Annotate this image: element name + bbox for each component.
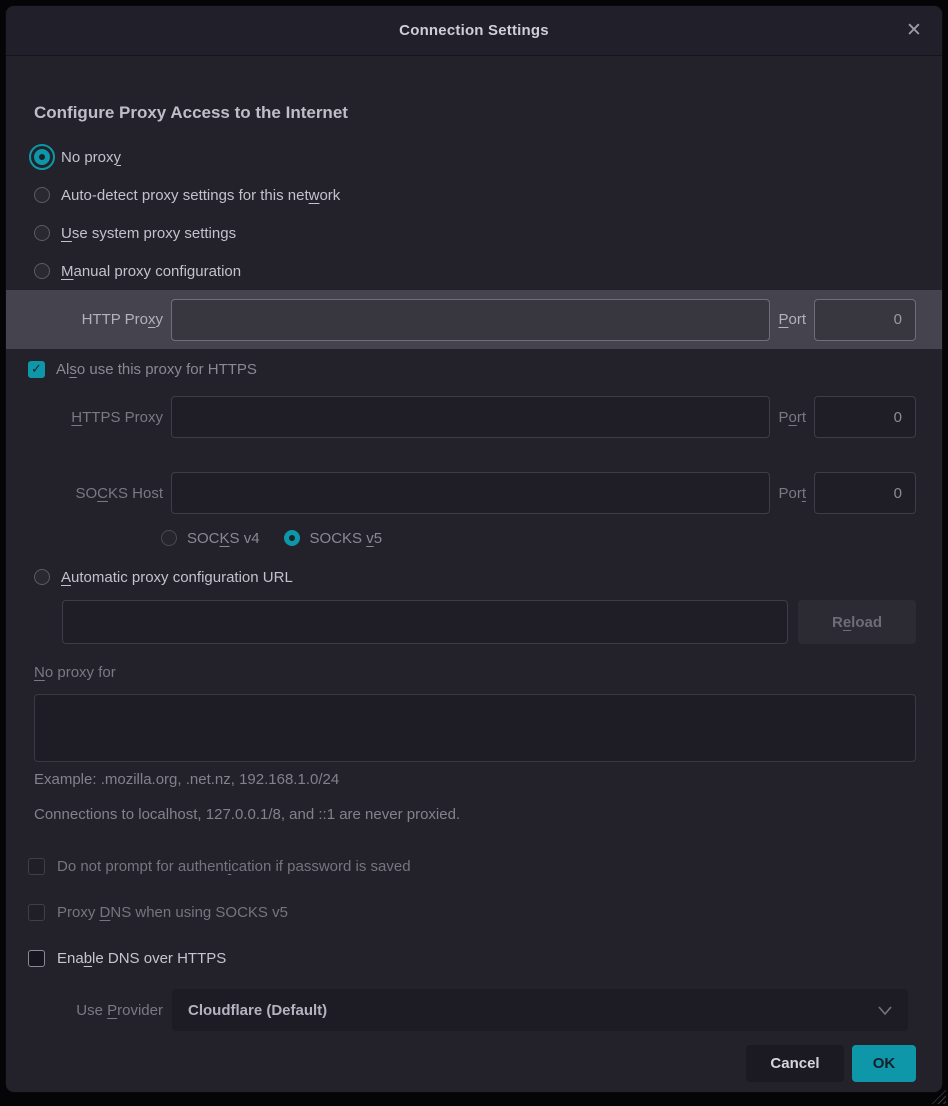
localhost-note-text: Connections to localhost, 127.0.0.1/8, a… (34, 806, 916, 828)
dialog-content: Configure Proxy Access to the Internet N… (6, 56, 942, 1082)
checkbox-icon-proxy-dns[interactable] (28, 904, 45, 921)
https-proxy-row: HTTPS Proxy Port (28, 395, 916, 439)
no-proxy-for-label: No proxy for (34, 664, 916, 686)
cancel-button[interactable]: Cancel (746, 1045, 844, 1082)
http-proxy-input[interactable] (171, 299, 770, 341)
provider-selected-value: Cloudflare (Default) (188, 1002, 327, 1019)
dialog-title-bar: Connection Settings ✕ (6, 6, 942, 56)
checkbox-label-also-https: Also use this proxy for HTTPS (56, 361, 257, 378)
radio-auto-url[interactable]: Automatic proxy configuration URL (34, 558, 916, 596)
radio-label-auto-detect: Auto-detect proxy settings for this netw… (61, 187, 340, 204)
socks-port-input[interactable] (814, 472, 916, 514)
auto-url-input[interactable] (62, 600, 788, 644)
https-port-input[interactable] (814, 396, 916, 438)
radio-label-no-proxy: No proxy (61, 149, 121, 166)
provider-row: Use Provider Cloudflare (Default) (28, 989, 916, 1031)
https-proxy-label: HTTPS Proxy (28, 409, 163, 426)
https-port-label: Port (778, 409, 806, 426)
checkbox-no-prompt-auth[interactable]: Do not prompt for authentication if pass… (28, 843, 916, 889)
ok-button[interactable]: OK (852, 1045, 916, 1082)
checkbox-label-enable-doh: Enable DNS over HTTPS (57, 950, 226, 967)
options-list: Do not prompt for authentication if pass… (28, 843, 916, 981)
radio-label-use-system: Use system proxy settings (61, 225, 236, 242)
checkbox-enable-doh[interactable]: Enable DNS over HTTPS (28, 935, 916, 981)
http-proxy-row-highlight: HTTP Proxy Port (6, 290, 942, 349)
socks-port-label: Port (778, 485, 806, 502)
checkbox-proxy-dns[interactable]: Proxy DNS when using SOCKS v5 (28, 889, 916, 935)
radio-icon-no-proxy[interactable] (34, 149, 50, 165)
page-title: Configure Proxy Access to the Internet (34, 102, 916, 124)
checkbox-label-proxy-dns: Proxy DNS when using SOCKS v5 (57, 904, 288, 921)
radio-label-manual-config: Manual proxy configuration (61, 263, 241, 280)
socks-version-group: SOCKS v4 SOCKS v5 (161, 522, 916, 554)
auto-url-row: Reload (62, 600, 916, 644)
dialog-footer: Cancel OK (28, 1045, 916, 1082)
no-proxy-for-textarea[interactable] (34, 694, 916, 762)
radio-icon-auto-url[interactable] (34, 569, 50, 585)
radio-manual-config[interactable]: Manual proxy configuration (34, 252, 916, 290)
checkbox-also-https[interactable]: ✓ Also use this proxy for HTTPS (28, 353, 916, 385)
checkbox-icon-enable-doh[interactable] (28, 950, 45, 967)
radio-socks-v5[interactable]: SOCKS v5 (284, 522, 383, 554)
radio-socks-v4[interactable]: SOCKS v4 (161, 522, 260, 554)
reload-button[interactable]: Reload (798, 600, 916, 644)
checkbox-icon-no-prompt-auth[interactable] (28, 858, 45, 875)
radio-label-auto-url: Automatic proxy configuration URL (61, 569, 293, 586)
radio-icon-socks-v4[interactable] (161, 530, 177, 546)
use-provider-label: Use Provider (28, 1002, 163, 1019)
radio-icon-manual-config[interactable] (34, 263, 50, 279)
radio-icon-auto-detect[interactable] (34, 187, 50, 203)
dialog-title: Connection Settings (399, 22, 549, 39)
http-proxy-label: HTTP Proxy (28, 311, 163, 328)
http-port-label: Port (778, 311, 806, 328)
radio-use-system[interactable]: Use system proxy settings (34, 214, 916, 252)
https-proxy-input[interactable] (171, 396, 770, 438)
provider-dropdown[interactable]: Cloudflare (Default) (172, 989, 908, 1031)
radio-label-socks-v5: SOCKS v5 (310, 530, 383, 547)
socks-host-input[interactable] (171, 472, 770, 514)
radio-auto-detect[interactable]: Auto-detect proxy settings for this netw… (34, 176, 916, 214)
chevron-down-icon (878, 1006, 892, 1015)
socks-host-row: SOCKS Host Port (28, 471, 916, 515)
radio-label-socks-v4: SOCKS v4 (187, 530, 260, 547)
socks-host-label: SOCKS Host (28, 485, 163, 502)
connection-settings-dialog: Connection Settings ✕ Configure Proxy Ac… (6, 6, 942, 1092)
close-icon[interactable]: ✕ (902, 19, 926, 43)
http-port-input[interactable] (814, 299, 916, 341)
radio-icon-socks-v5[interactable] (284, 530, 300, 546)
checkbox-label-no-prompt-auth: Do not prompt for authentication if pass… (57, 858, 411, 875)
checkbox-icon-also-https[interactable]: ✓ (28, 361, 45, 378)
radio-no-proxy[interactable]: No proxy (34, 138, 916, 176)
radio-icon-use-system[interactable] (34, 225, 50, 241)
no-proxy-example-text: Example: .mozilla.org, .net.nz, 192.168.… (34, 771, 916, 793)
